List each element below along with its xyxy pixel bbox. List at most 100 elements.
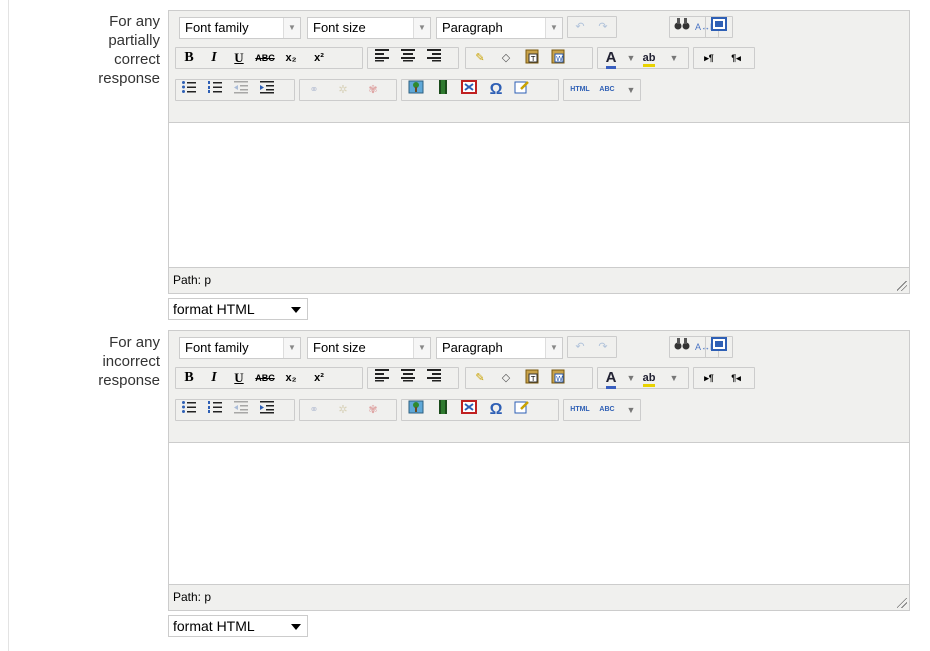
outdent-icon[interactable]	[231, 80, 251, 100]
chevron-down-icon[interactable]: ▼	[621, 400, 641, 420]
font-size-value: Font size	[313, 340, 366, 355]
indent-icon[interactable]	[257, 80, 277, 100]
chevron-down-icon[interactable]: ▼	[664, 48, 684, 68]
remove-format-icon[interactable]: ◇	[496, 48, 516, 68]
redo-icon[interactable]: ↷	[593, 337, 613, 357]
unlink-icon[interactable]: ✲	[333, 400, 353, 420]
edit-icon[interactable]	[512, 400, 532, 420]
block-format-select[interactable]: Paragraph ▼	[436, 337, 563, 359]
ltr-icon[interactable]: ▸¶	[699, 368, 719, 388]
special-char-icon[interactable]: Ω	[486, 80, 506, 100]
chevron-down-icon[interactable]: ▼	[621, 48, 641, 68]
rtl-icon[interactable]: ¶◂	[726, 48, 746, 68]
bold-icon[interactable]: B	[179, 48, 199, 68]
chevron-down-icon: ▼	[283, 18, 300, 38]
fullscreen-icon[interactable]	[709, 17, 729, 37]
superscript-icon[interactable]: x²	[309, 368, 329, 388]
anchor-icon[interactable]: ✾	[363, 80, 383, 100]
undo-icon[interactable]: ↶	[570, 17, 590, 37]
italic-icon[interactable]: I	[204, 368, 224, 388]
chevron-down-icon[interactable]: ▼	[621, 80, 641, 100]
underline-icon[interactable]: U	[229, 48, 249, 68]
status-bar: Path: p	[169, 267, 909, 293]
numbered-list-icon[interactable]	[205, 80, 225, 100]
align-left-icon[interactable]	[372, 48, 392, 68]
resize-handle[interactable]	[897, 281, 907, 291]
chevron-down-icon	[291, 624, 301, 630]
paste-word-icon[interactable]: W	[548, 48, 568, 68]
outdent-icon[interactable]	[231, 400, 251, 420]
media-icon[interactable]	[433, 400, 453, 420]
resize-handle[interactable]	[897, 598, 907, 608]
paste-word-icon[interactable]: W	[548, 368, 568, 388]
text-color-icon[interactable]: A	[601, 368, 621, 389]
remove-format-icon[interactable]: ◇	[496, 368, 516, 388]
text-color-icon[interactable]: A	[601, 48, 621, 69]
superscript-icon[interactable]: x²	[309, 48, 329, 68]
font-family-value: Font family	[185, 20, 249, 35]
format-select[interactable]: format HTML	[168, 298, 308, 320]
editor-content-area[interactable]	[169, 122, 909, 268]
font-family-select[interactable]: Font family ▼	[179, 337, 301, 359]
find-icon[interactable]	[672, 337, 692, 357]
label-line: partially	[108, 32, 160, 49]
bold-icon[interactable]: B	[179, 368, 199, 388]
indent-icon[interactable]	[257, 400, 277, 420]
chevron-down-icon[interactable]: ▼	[664, 368, 684, 388]
align-center-icon[interactable]	[398, 368, 418, 388]
font-size-select[interactable]: Font size ▼	[307, 337, 431, 359]
no-autolink-icon[interactable]	[459, 80, 479, 100]
block-format-select[interactable]: Paragraph ▼	[436, 17, 563, 39]
image-icon[interactable]	[406, 400, 426, 420]
anchor-icon[interactable]: ✾	[363, 400, 383, 420]
chevron-down-icon: ▼	[413, 18, 430, 38]
bullet-list-icon[interactable]	[179, 80, 199, 100]
link-icon[interactable]: ⚭	[304, 400, 324, 420]
image-icon[interactable]	[406, 80, 426, 100]
subscript-icon[interactable]: x₂	[281, 368, 301, 388]
strikethrough-icon[interactable]: ABC	[255, 368, 275, 388]
strikethrough-icon[interactable]: ABC	[255, 48, 275, 68]
numbered-list-icon[interactable]	[205, 400, 225, 420]
special-char-icon[interactable]: Ω	[486, 400, 506, 420]
font-size-select[interactable]: Font size ▼	[307, 17, 431, 39]
link-icon[interactable]: ⚭	[304, 80, 324, 100]
media-icon[interactable]	[433, 80, 453, 100]
svg-text:W: W	[556, 375, 563, 383]
spellcheck-icon[interactable]: ABC	[597, 80, 617, 100]
rtl-icon[interactable]: ¶◂	[726, 368, 746, 388]
bullet-list-icon[interactable]	[179, 400, 199, 420]
font-family-select[interactable]: Font family ▼	[179, 17, 301, 39]
toolbar-row-1: Font family ▼ Font size ▼ Paragraph ▼ ↶ …	[169, 331, 909, 362]
edit-icon[interactable]	[512, 80, 532, 100]
cleanup-icon[interactable]: ✎	[470, 48, 490, 68]
fullscreen-icon[interactable]	[709, 337, 729, 357]
background-color-icon[interactable]: ab	[639, 48, 659, 68]
undo-icon[interactable]: ↶	[570, 337, 590, 357]
background-color-icon[interactable]: ab	[639, 368, 659, 388]
format-select[interactable]: format HTML	[168, 615, 308, 637]
html-source-icon[interactable]: HTML	[567, 400, 593, 420]
italic-icon[interactable]: I	[204, 48, 224, 68]
editor-content-area[interactable]	[169, 442, 909, 585]
ltr-icon[interactable]: ▸¶	[699, 48, 719, 68]
subscript-icon[interactable]: x₂	[281, 48, 301, 68]
paste-text-icon[interactable]: T	[522, 48, 542, 68]
html-source-icon[interactable]: HTML	[567, 80, 593, 100]
paste-text-icon[interactable]: T	[522, 368, 542, 388]
align-center-icon[interactable]	[398, 48, 418, 68]
no-autolink-icon[interactable]	[459, 400, 479, 420]
label-line: response	[98, 70, 160, 87]
label-line: For any	[109, 13, 160, 30]
find-icon[interactable]	[672, 17, 692, 37]
align-right-icon[interactable]	[424, 48, 444, 68]
underline-icon[interactable]: U	[229, 368, 249, 388]
cleanup-icon[interactable]: ✎	[470, 368, 490, 388]
unlink-icon[interactable]: ✲	[333, 80, 353, 100]
align-right-icon[interactable]	[424, 368, 444, 388]
align-left-icon[interactable]	[372, 368, 392, 388]
label-line: incorrect	[102, 353, 160, 370]
chevron-down-icon[interactable]: ▼	[621, 368, 641, 388]
spellcheck-icon[interactable]: ABC	[597, 400, 617, 420]
redo-icon[interactable]: ↷	[593, 17, 613, 37]
